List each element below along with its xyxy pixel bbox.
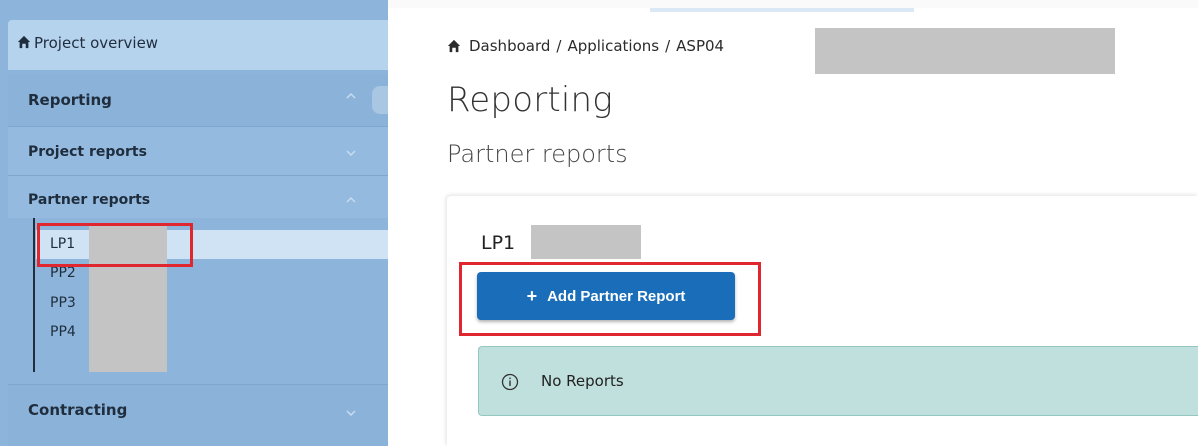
chevron-down-icon (346, 150, 356, 157)
top-bar (388, 0, 1198, 8)
sidebar-section-contracting[interactable]: Contracting (8, 385, 388, 446)
sidebar-item-label: Partner reports (28, 192, 151, 208)
home-icon[interactable] (447, 39, 461, 53)
chevron-up-icon (346, 92, 356, 99)
info-alert: No Reports (478, 346, 1198, 416)
chevron-up-icon (346, 196, 356, 203)
highlight-box (37, 223, 193, 267)
highlight-box (459, 262, 761, 336)
page-subtitle: Partner reports (447, 140, 628, 168)
breadcrumb-link-applications[interactable]: Applications (567, 37, 659, 55)
info-icon (501, 373, 519, 391)
sidebar-item-label: PP3 (50, 295, 76, 311)
sidebar-item-label: Project reports (28, 144, 147, 160)
sidebar-collapse-handle[interactable] (372, 86, 388, 114)
alert-text: No Reports (541, 372, 624, 390)
top-bar-accent (650, 8, 914, 12)
sidebar-section-label: Reporting (28, 91, 112, 109)
card-title: LP1 (481, 232, 516, 254)
sidebar-item-project-overview[interactable]: Project overview (8, 20, 388, 70)
breadcrumb-current: ASP04 (676, 37, 725, 55)
breadcrumb-link-dashboard[interactable]: Dashboard (469, 37, 550, 55)
redaction-mask (815, 28, 1115, 74)
sidebar-item-partner-reports[interactable]: Partner reports (8, 176, 388, 218)
sidebar-section-label: Contracting (28, 401, 128, 419)
tree-line (33, 218, 35, 372)
chevron-down-icon (346, 410, 356, 417)
breadcrumb-separator: / (665, 37, 671, 55)
sidebar-item-label: PP4 (50, 324, 76, 340)
sidebar-item-label: Project overview (34, 34, 159, 52)
sidebar-section-reporting[interactable]: Reporting (8, 74, 388, 126)
page-title: Reporting (447, 80, 613, 120)
redaction-mask (531, 225, 641, 259)
home-icon (17, 35, 31, 49)
breadcrumb: Dashboard / Applications / ASP04 (447, 37, 724, 55)
sidebar-item-project-reports[interactable]: Project reports (8, 127, 388, 175)
sidebar-item-label: PP2 (50, 265, 76, 281)
breadcrumb-separator: / (556, 37, 562, 55)
